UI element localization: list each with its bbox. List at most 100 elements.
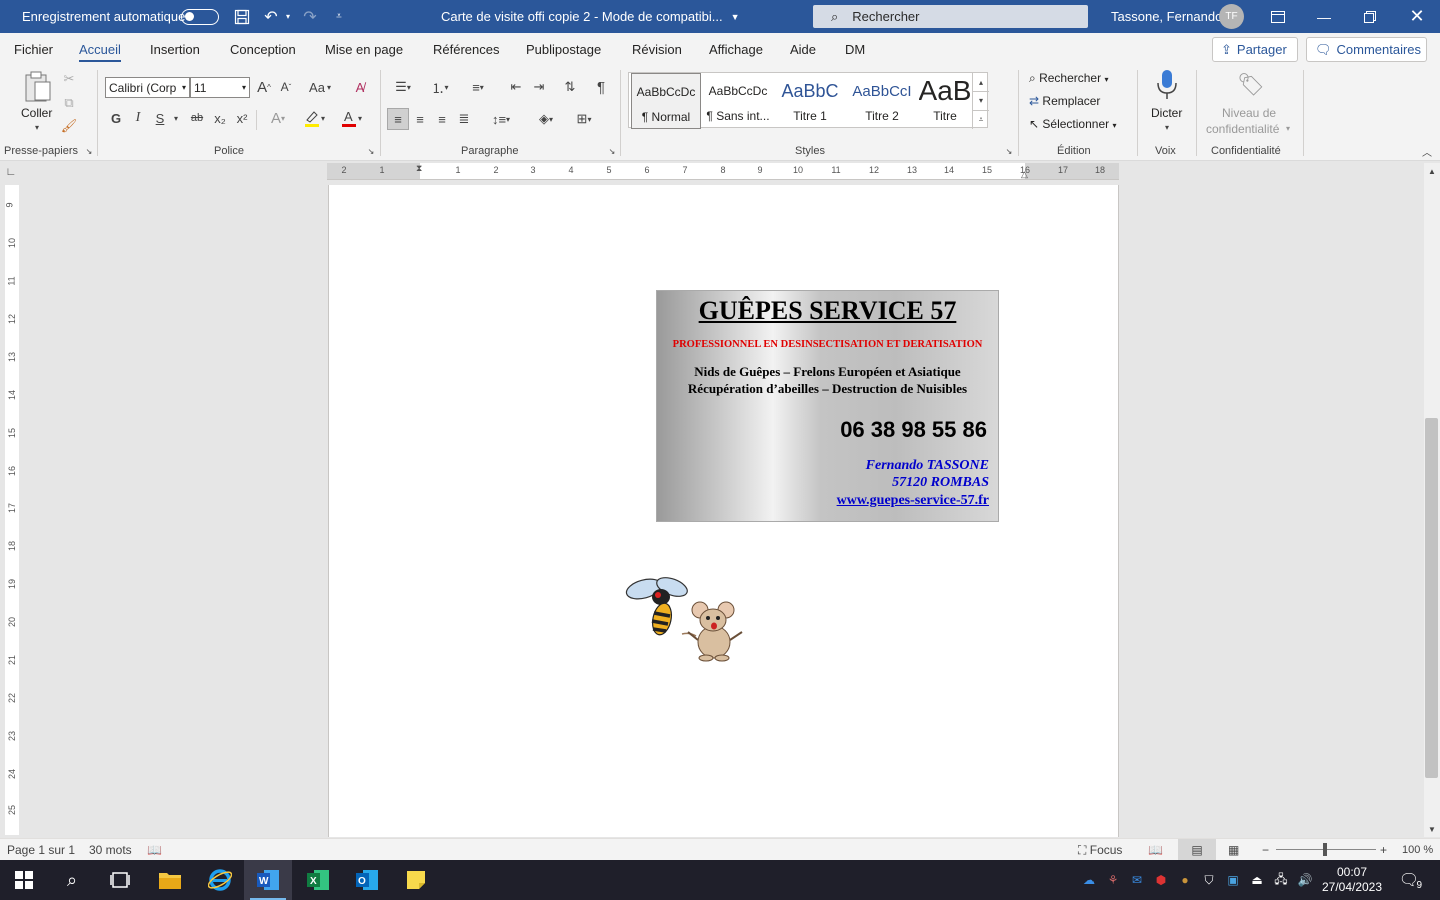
customize-qat-icon[interactable]: ⩡ <box>332 0 346 33</box>
web-layout-icon[interactable]: ▦ <box>1228 839 1239 861</box>
internet-explorer-icon[interactable] <box>196 860 244 900</box>
sensitivity-dropdown-icon[interactable]: ▾ <box>1284 123 1292 133</box>
print-layout-icon[interactable]: ▤ <box>1178 839 1216 861</box>
document-title[interactable]: Carte de visite offi copie 2 - Mode de c… <box>441 0 740 33</box>
dictate-label[interactable]: Dicter <box>1151 106 1182 120</box>
word-taskbar-icon[interactable]: W <box>244 860 292 900</box>
scroll-down-icon[interactable]: ▼ <box>1424 821 1440 837</box>
share-button[interactable]: ⇪ Partager <box>1212 37 1298 62</box>
tab-insertion[interactable]: Insertion <box>150 33 200 66</box>
display-tray-icon[interactable]: ▣ <box>1224 860 1242 900</box>
styles-launcher-icon[interactable]: ↘ <box>1004 146 1014 156</box>
shading-icon[interactable]: ◈ ▾ <box>528 108 564 130</box>
microphone-icon[interactable] <box>1154 68 1180 102</box>
save-icon[interactable] <box>232 0 252 33</box>
tab-accueil[interactable]: Accueil <box>79 33 121 66</box>
first-line-indent-marker[interactable]: ⧗ <box>416 163 422 174</box>
zoom-level[interactable]: 100 % <box>1402 839 1433 861</box>
numbering-icon[interactable]: ⒈ ▾ <box>424 77 456 97</box>
underline-button[interactable]: S <box>151 108 169 128</box>
user-name[interactable]: Tassone, Fernando <box>1111 0 1222 33</box>
clipboard-launcher-icon[interactable]: ↘ <box>84 146 94 156</box>
shrink-font-icon[interactable]: Aˇ <box>277 77 295 97</box>
sensitivity-line1[interactable]: Niveau de <box>1222 106 1276 120</box>
gallery-up-icon[interactable]: ▴ <box>973 73 989 91</box>
underline-dropdown-icon[interactable]: ▾ <box>171 108 181 128</box>
focus-button[interactable]: ⛶ Focus <box>1078 839 1122 861</box>
style-no-spacing[interactable]: AaBbCcDc ¶ Sans int... <box>703 73 773 129</box>
dictate-dropdown-icon[interactable]: ▾ <box>1161 122 1173 132</box>
right-indent-marker[interactable]: △ <box>1021 169 1028 180</box>
paste-label[interactable]: Coller <box>21 106 52 120</box>
defender-icon[interactable]: ⛉ <box>1200 860 1218 900</box>
sensitivity-icon[interactable]: 🏷 <box>1236 69 1266 101</box>
gallery-down-icon[interactable]: ▾ <box>973 91 989 109</box>
proofing-icon[interactable]: 📖 <box>147 839 162 861</box>
onedrive-icon[interactable]: ☁ <box>1080 860 1098 900</box>
select-button[interactable]: ↖ Sélectionner ▾ <box>1029 117 1116 131</box>
horizontal-ruler[interactable]: 2 1 1 2 3 4 5 6 7 8 9 10 11 12 13 14 15 … <box>327 163 1119 180</box>
vertical-ruler[interactable]: 9 10 11 12 13 14 15 16 17 18 19 20 21 22… <box>5 185 19 835</box>
superscript-button[interactable]: x² <box>232 108 252 128</box>
tab-fichier[interactable]: Fichier <box>14 33 53 66</box>
subscript-button[interactable]: x₂ <box>210 108 230 128</box>
font-name-select[interactable]: Calibri (Corp ▾ <box>105 77 190 98</box>
zoom-slider-thumb[interactable] <box>1323 843 1327 856</box>
style-heading-1[interactable]: AaBbC Titre 1 <box>775 73 845 129</box>
align-right-icon[interactable]: ≡ <box>432 108 452 130</box>
bold-button[interactable]: G <box>107 108 125 128</box>
excel-taskbar-icon[interactable]: X <box>294 860 342 900</box>
volume-icon[interactable]: 🔊 <box>1296 860 1314 900</box>
copy-icon[interactable]: ⧉ <box>60 94 78 112</box>
teams-icon[interactable]: ⚘ <box>1104 860 1122 900</box>
start-icon[interactable] <box>0 860 48 900</box>
increase-indent-icon[interactable]: ⇥ <box>529 77 549 97</box>
paste-icon[interactable] <box>20 70 56 104</box>
font-size-select[interactable]: 11 ▾ <box>190 77 250 98</box>
font-launcher-icon[interactable]: ↘ <box>366 146 376 156</box>
style-heading-2[interactable]: AaBbCcI Titre 2 <box>847 73 917 129</box>
usb-icon[interactable]: ⏏ <box>1248 860 1266 900</box>
align-left-icon[interactable]: ≡ <box>387 108 409 130</box>
page-count[interactable]: Page 1 sur 1 <box>7 839 75 861</box>
strikethrough-button[interactable]: ab <box>187 108 207 128</box>
tab-affichage[interactable]: Affichage <box>709 33 763 66</box>
show-formatting-icon[interactable]: ¶ <box>591 77 611 97</box>
scrollbar-thumb[interactable] <box>1425 418 1438 778</box>
borders-icon[interactable]: ⊞ ▾ <box>566 108 602 130</box>
tab-dm[interactable]: DM <box>845 33 865 66</box>
sort-icon[interactable]: ⇅ <box>559 77 581 97</box>
italic-button[interactable]: I <box>129 108 147 128</box>
task-view-icon[interactable] <box>96 860 144 900</box>
minimize-icon[interactable]: — <box>1301 0 1347 33</box>
outlook-taskbar-icon[interactable]: O <box>343 860 391 900</box>
tab-aide[interactable]: Aide <box>790 33 816 66</box>
cut-icon[interactable]: ✂ <box>60 70 78 88</box>
tab-selector-icon[interactable]: ∟ <box>4 165 18 179</box>
outlook-tray-icon[interactable]: ✉ <box>1128 860 1146 900</box>
highlight-icon[interactable]: ▾ <box>297 108 331 128</box>
line-spacing-icon[interactable]: ↕≡ ▾ <box>484 108 518 130</box>
undo-icon[interactable]: ↶ <box>261 0 281 33</box>
style-normal[interactable]: AaBbCcDc ¶ Normal <box>631 73 701 129</box>
zoom-in-icon[interactable]: + <box>1380 839 1387 861</box>
format-painter-icon[interactable]: 🖌 <box>60 117 78 135</box>
security-tray-icon[interactable]: ⬢ <box>1152 860 1170 900</box>
style-title[interactable]: AaB Titre <box>919 73 971 129</box>
gallery-more-icon[interactable]: ⩡ <box>973 110 989 128</box>
app-tray-icon[interactable]: ● <box>1176 860 1194 900</box>
clear-formatting-icon[interactable]: A̸ <box>349 77 371 97</box>
text-effects-icon[interactable]: A ▾ <box>263 108 293 128</box>
multilevel-list-icon[interactable]: ≡ ▾ <box>462 77 494 97</box>
card-website-link[interactable]: www.guepes-service-57.fr <box>837 493 989 509</box>
tab-publipostage[interactable]: Publipostage <box>526 33 601 66</box>
mouse-icon[interactable] <box>680 600 748 662</box>
tab-conception[interactable]: Conception <box>230 33 296 66</box>
font-color-icon[interactable]: A ▾ <box>334 108 368 128</box>
sticky-notes-icon[interactable] <box>392 860 440 900</box>
decrease-indent-icon[interactable]: ⇤ <box>506 77 526 97</box>
read-mode-icon[interactable]: 📖 <box>1148 839 1163 861</box>
notification-icon[interactable]: 🗨 9 <box>1396 860 1422 900</box>
sensitivity-line2[interactable]: confidentialité <box>1206 122 1279 136</box>
replace-button[interactable]: ⇄ Remplacer <box>1029 94 1100 108</box>
